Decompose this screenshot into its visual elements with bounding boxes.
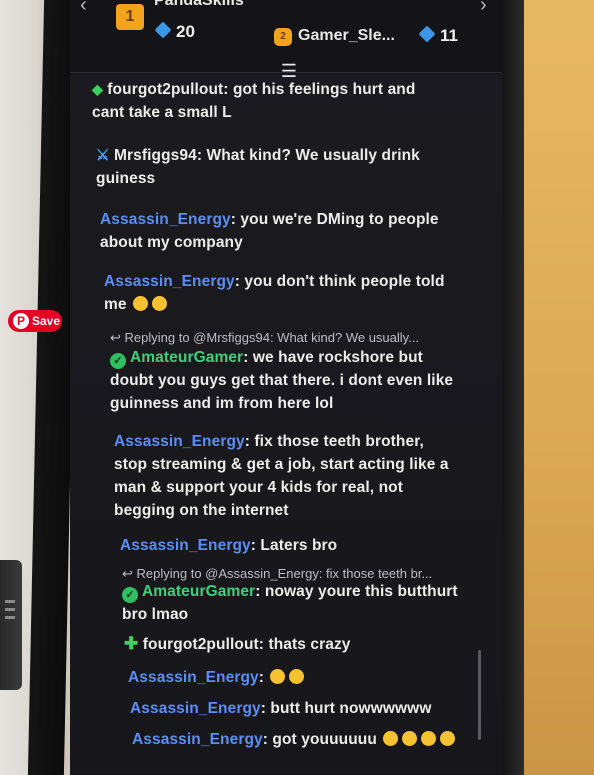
chat-text: begging on the internet xyxy=(114,502,289,519)
grinning-emoji-icon xyxy=(440,731,456,746)
chat-text: me xyxy=(104,296,127,313)
chat-text: cant take a small L xyxy=(92,104,232,121)
background-device xyxy=(0,560,22,690)
chat-username[interactable]: Assassin_Energy xyxy=(104,273,235,290)
chat-username[interactable]: Assassin_Energy xyxy=(114,433,245,450)
chat-username[interactable]: AmateurGamer xyxy=(142,583,255,600)
laughing-emoji-icon xyxy=(133,296,149,311)
plus-badge-icon: ✚ xyxy=(124,634,139,653)
chat-scrollbar[interactable] xyxy=(478,650,481,740)
chat-message: Assassin_Energy: fix those teeth brother… xyxy=(114,430,494,522)
leaderboard-second-count: 11 xyxy=(418,25,458,46)
reply-arrow-icon: ↩ xyxy=(122,566,133,581)
reply-context[interactable]: ↩ Replying to @Mrsfiggs94: What kind? We… xyxy=(110,330,419,346)
chat-message: ✓ AmateurGamer: noway youre this butthurt… xyxy=(122,580,492,626)
rank-1-badge-icon: 1 xyxy=(116,4,144,30)
chat-text: : Laters bro xyxy=(250,537,338,554)
chat-text: : thats crazy xyxy=(258,636,351,653)
chat-message: ◆ fourgot2pullout: got his feelings hurt… xyxy=(92,78,482,124)
chat-text: about my company xyxy=(100,234,243,251)
chat-message: Assassin_Energy: butt hurt nowwwwww xyxy=(130,697,480,720)
chat-username[interactable]: Assassin_Energy xyxy=(120,537,251,554)
device-slot xyxy=(5,616,15,619)
chevron-right-icon[interactable]: › xyxy=(480,0,487,17)
laughing-emoji-icon xyxy=(270,669,286,684)
chat-text: : you we're DMing to people xyxy=(230,211,439,228)
diamond-icon xyxy=(154,21,172,39)
chat-message: Assassin_Energy: xyxy=(128,666,478,689)
reply-text: Replying to @Mrsfiggs94: What kind? We u… xyxy=(124,330,420,345)
chat-message: Assassin_Energy: Laters bro xyxy=(120,534,490,557)
gem-badge-icon: ◆ xyxy=(92,81,103,97)
chat-username[interactable]: Mrsfiggs94 xyxy=(114,147,197,164)
chat-username[interactable]: fourgot2pullout xyxy=(143,636,259,653)
grinning-emoji-icon xyxy=(402,731,418,746)
rank-2-badge-icon: 2 xyxy=(274,28,292,46)
chat-username[interactable]: Assassin_Energy xyxy=(128,669,259,686)
chat-message: Assassin_Energy: you we're DMing to peop… xyxy=(100,208,490,254)
chat-username[interactable]: Assassin_Energy xyxy=(130,700,261,717)
grinning-emoji-icon xyxy=(421,731,437,746)
chat-username[interactable]: Assassin_Energy xyxy=(132,731,263,748)
chat-text: : xyxy=(258,669,265,686)
pinterest-icon: P xyxy=(13,313,29,329)
chat-text: : What kind? We usually drink xyxy=(196,147,420,164)
chat-text: doubt you guys get that there. i dont ev… xyxy=(110,372,454,389)
diamond-icon xyxy=(418,25,436,43)
chat-text: : you don't think people told xyxy=(234,273,445,290)
pinterest-save-label: Save xyxy=(32,314,61,328)
chat-text: stop streaming & get a job, start acting… xyxy=(114,456,449,473)
leaderboard-second-name: Gamer_Sle... xyxy=(298,27,395,44)
chat-message: ✓ AmateurGamer: we have rockshore but dou… xyxy=(110,346,500,415)
chat-username[interactable]: Assassin_Energy xyxy=(100,211,231,228)
device-slot xyxy=(5,608,15,611)
chat-message: Assassin_Energy: you don't think people … xyxy=(104,270,494,316)
chat-text: bro lmao xyxy=(122,606,189,623)
chat-message: ⚔ Mrsfiggs94: What kind? We usually drin… xyxy=(96,144,486,190)
verified-badge-icon: ✓ xyxy=(122,587,138,603)
leaderboard-first-count: 20 xyxy=(154,21,195,42)
chat-username[interactable]: AmateurGamer xyxy=(130,349,243,366)
chat-text: man & support your 4 kids for real, not xyxy=(114,479,403,496)
reply-arrow-icon: ↩ xyxy=(110,330,121,345)
chat-message: Assassin_Energy: got youuuuuu xyxy=(132,728,482,751)
laughing-emoji-icon xyxy=(152,296,168,311)
chevron-left-icon[interactable]: ‹ xyxy=(80,0,87,17)
verified-badge-icon: ✓ xyxy=(110,353,126,369)
sword-badge-icon: ⚔ xyxy=(96,147,110,164)
chat-text: : noway youre this butthurt xyxy=(255,583,458,600)
device-slot xyxy=(5,600,15,603)
leaderboard-first-name: PandaSkills xyxy=(154,0,244,9)
laughing-emoji-icon xyxy=(289,669,305,684)
chat-text: : got his feelings hurt and xyxy=(223,81,416,98)
chat-text: : we have rockshore but xyxy=(243,349,423,366)
chat-text: : got youuuuuu xyxy=(262,731,377,748)
reply-text: Replying to @Assassin_Energy: fix those … xyxy=(136,566,433,581)
pinterest-save-button[interactable]: P Save xyxy=(8,310,62,332)
chat-text: : butt hurt nowwwwww xyxy=(260,700,432,717)
chat-panel: ‹ › 1 PandaSkills 20 2 Gamer_Sle... 11 ☰… xyxy=(70,0,502,775)
chat-text: guinness and im from here lol xyxy=(110,395,334,412)
laughing-emoji-icon xyxy=(383,731,399,746)
chat-message: ✚ fourgot2pullout: thats crazy xyxy=(124,632,484,656)
chat-text: : fix those teeth brother, xyxy=(244,433,424,450)
chat-username[interactable]: fourgot2pullout xyxy=(107,81,223,98)
monitor-edge xyxy=(500,0,524,775)
chat-text: guiness xyxy=(96,170,156,187)
